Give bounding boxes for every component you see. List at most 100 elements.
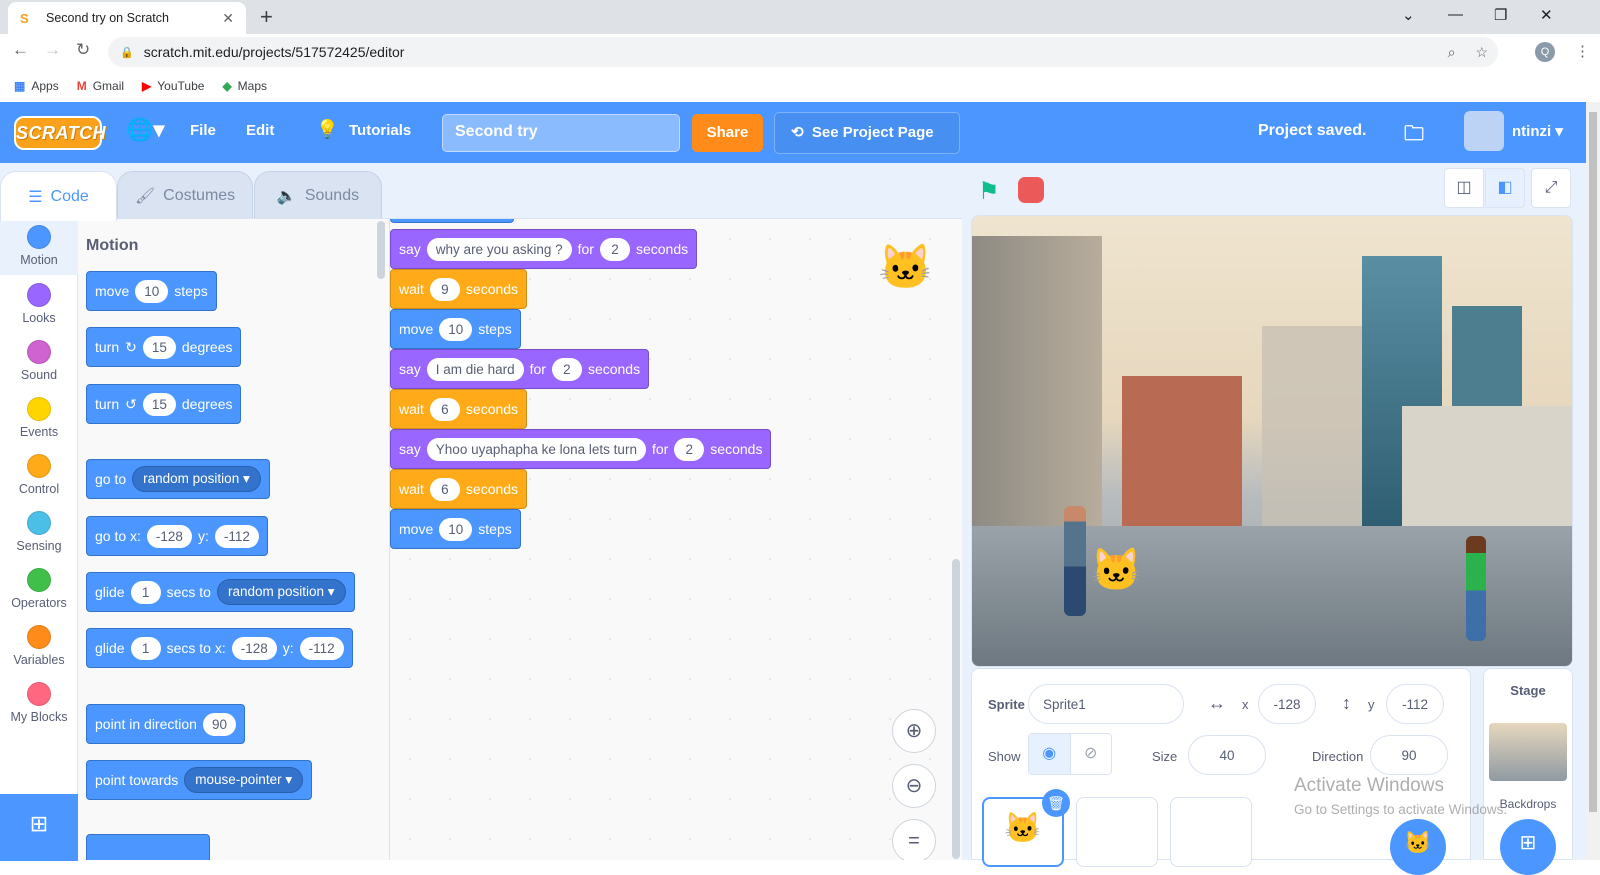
stop-button[interactable] [1018,177,1044,203]
see-project-page-button[interactable]: ⟲ See Project Page [774,112,960,154]
script-wait-1[interactable]: wait 9 seconds [390,269,528,309]
towards-dropdown[interactable]: mouse-pointer ▾ [184,767,304,793]
close-tab-icon[interactable]: ✕ [222,10,234,27]
category-sensing[interactable]: Sensing [0,511,78,553]
add-backdrop-button[interactable]: ⊞ [1500,819,1556,875]
block-turn-left[interactable]: turn ↺ 15 degrees [86,384,242,424]
gmail-icon: M [76,79,87,93]
user-avatar[interactable] [1464,111,1504,151]
bookmark-apps[interactable]: ▦ Apps [14,79,59,93]
zoom-reset-button[interactable]: = [892,819,936,860]
script-move-2[interactable]: move 10 steps [390,509,521,549]
language-globe-icon[interactable]: 🌐▾ [126,117,164,143]
maximize-icon[interactable]: ❐ [1494,6,1507,24]
close-window-icon[interactable]: ✕ [1540,6,1553,24]
block-glide-to[interactable]: glide 1 secs to random position ▾ [86,572,355,612]
code-workspace[interactable]: say why are you asking ? for 2 seconds wait 9… [390,218,962,860]
back-icon[interactable]: ← [12,40,29,60]
boy-sprite[interactable] [1064,506,1086,616]
minimize-icon[interactable]: — [1448,6,1463,23]
eye-visible-icon[interactable]: ◉ [1029,734,1070,774]
workspace-scrollbar[interactable] [952,559,960,859]
username-menu[interactable]: ntinzi ▾ [1512,122,1563,140]
project-title-input[interactable]: Second try [442,114,680,152]
direction-input[interactable]: 90 [1370,735,1448,775]
block-turn-right[interactable]: turn ↻ 15 degrees [86,327,242,367]
backdrop-thumbnail[interactable] [1489,723,1567,781]
browser-tab[interactable]: S Second try on Scratch ✕ [8,2,246,34]
zoom-in-button[interactable]: ⊕ [892,709,936,753]
edit-menu[interactable]: Edit [246,122,274,139]
category-control[interactable]: Control [0,454,78,496]
script-wait-3[interactable]: wait 6 seconds [390,469,528,509]
girl-sprite[interactable] [1466,536,1486,641]
block-glide-xy[interactable]: glide 1 secs to x: -128 y: -112 [86,628,353,668]
size-input[interactable]: 40 [1188,735,1266,775]
delete-sprite-icon[interactable]: 🗑 [1042,789,1070,817]
block-point-towards[interactable]: point towards mouse-pointer ▾ [86,760,313,800]
category-looks[interactable]: Looks [0,283,78,325]
script-say-3[interactable]: say Yhoo uyaphapha ke lona lets turn for 2 s… [390,429,772,469]
tab-sounds[interactable]: 🔈 Sounds [254,171,382,221]
zoom-out-button[interactable]: ⊖ [892,764,936,808]
add-sprite-button[interactable]: 🐱 [1390,819,1446,875]
file-menu[interactable]: File [190,122,216,139]
page-scrollbar[interactable] [1586,102,1600,860]
green-flag-icon[interactable]: ⚑ [978,177,1000,206]
stage-canvas[interactable]: 🐱 [971,215,1573,667]
category-operators[interactable]: Operators [0,568,78,610]
code-icon: ☰ [28,188,43,206]
my-stuff-folder-icon[interactable]: 🗀 [1404,119,1424,153]
script-block-partial[interactable] [390,219,514,223]
y-input[interactable]: -112 [1386,684,1444,724]
block-goto-xy[interactable]: go to x: -128 y: -112 [86,516,268,556]
palette-scrollbar[interactable] [377,221,385,279]
bookmark-youtube[interactable]: ▶ YouTube [142,79,204,93]
block-goto[interactable]: go to random position ▾ [86,459,270,499]
tab-costumes[interactable]: 🖌 Costumes [117,171,253,221]
script-say-2[interactable]: say I am die hard for 2 seconds [390,349,650,389]
fullscreen-button[interactable]: ⤢ [1531,168,1571,208]
sprite-thumbnail-boy[interactable] [1076,797,1158,867]
bookmark-maps[interactable]: ◆ Maps [222,79,267,93]
brush-icon: 🖌 [134,188,156,205]
script-say-1[interactable]: say why are you asking ? for 2 seconds [390,229,698,269]
category-events[interactable]: Events [0,397,78,439]
forward-icon[interactable]: → [44,40,61,60]
tab-search-icon[interactable]: ⌄ [1402,6,1415,24]
bookmark-gmail[interactable]: M Gmail [77,79,124,93]
eye-hidden-icon[interactable]: ⊘ [1069,734,1112,774]
block-point-direction[interactable]: point in direction 90 [86,704,245,744]
page-scrollbar-thumb[interactable] [1589,112,1597,812]
share-button[interactable]: Share [692,114,763,152]
glide-dropdown[interactable]: random position ▾ [216,579,346,605]
large-stage-button[interactable]: ◧ [1485,168,1525,208]
category-my-blocks[interactable]: My Blocks [0,682,78,724]
cat-sprite[interactable]: 🐱 [1090,546,1142,595]
script-wait-2[interactable]: wait 6 seconds [390,389,528,429]
goto-dropdown[interactable]: random position ▾ [132,466,261,492]
scratch-logo[interactable]: SCRATCH [14,116,106,150]
x-input[interactable]: -128 [1258,684,1316,724]
category-sound[interactable]: Sound [0,340,78,382]
category-motion[interactable]: Motion [0,219,78,275]
stage-selector[interactable]: Stage Backdrops ⊞ [1483,668,1573,875]
zoom-icon[interactable]: ⌕ [1448,44,1456,61]
sprite-thumbnail-girl[interactable] [1170,797,1252,867]
small-stage-button[interactable]: ◫ [1444,168,1484,208]
script-move-1[interactable]: move 10 steps [390,309,521,349]
add-extension-button[interactable]: ⊞ [0,794,78,861]
block-partial[interactable] [86,834,210,860]
address-bar[interactable]: 🔒 scratch.mit.edu/projects/517572425/edi… [108,37,1498,67]
profile-avatar[interactable]: Q [1535,42,1555,62]
category-variables[interactable]: Variables [0,625,78,667]
building [1402,406,1572,526]
tutorials-menu[interactable]: Tutorials [349,122,411,139]
sprite-name-input[interactable]: Sprite1 [1028,684,1184,724]
new-tab-icon[interactable]: + [260,4,273,30]
menu-kebab-icon[interactable]: ⋮ [1575,42,1590,60]
block-move[interactable]: move 10 steps [86,271,217,311]
bookmark-star-icon[interactable]: ☆ [1475,44,1488,61]
tab-code[interactable]: ☰ Code [0,171,117,221]
reload-icon[interactable]: ↻ [76,40,90,60]
